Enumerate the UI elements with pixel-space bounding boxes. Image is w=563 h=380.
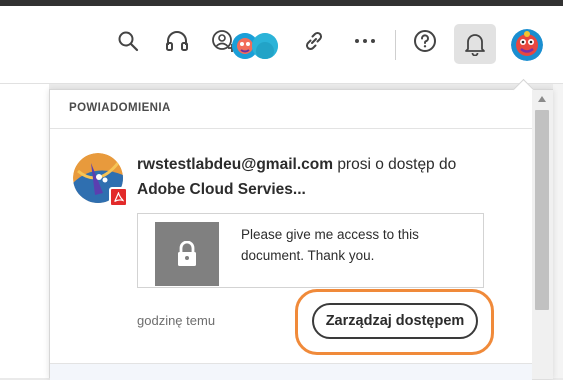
headphones-icon[interactable] — [163, 27, 191, 55]
notifications-panel: POWIADOMIENIA rwstestlabdeu@gmail.com pr… — [49, 78, 553, 380]
help-icon[interactable] — [411, 27, 439, 55]
document-thumbnail — [155, 222, 219, 286]
panel-title: POWIADOMIENIA — [69, 102, 171, 114]
collaborator-avatar-2[interactable] — [252, 33, 278, 59]
request-action-text: prosi o dostęp do — [337, 156, 457, 173]
request-message-card: Please give me access to this document. … — [137, 213, 484, 288]
app-toolbar — [0, 6, 563, 84]
pdf-file-icon — [109, 187, 128, 207]
document-area-left — [0, 84, 49, 378]
scroll-thumb[interactable] — [535, 110, 549, 310]
link-icon[interactable] — [300, 27, 328, 55]
toolbar-separator — [395, 30, 396, 60]
manage-access-button[interactable]: Zarządzaj dostępem — [312, 303, 478, 339]
more-icon[interactable] — [351, 27, 379, 55]
notifications-button[interactable] — [454, 24, 496, 64]
bell-icon — [465, 34, 485, 56]
notification-text: rwstestlabdeu@gmail.com prosi o dostęp d… — [137, 156, 456, 174]
notification-timestamp: godzinę temu — [137, 313, 216, 328]
search-icon[interactable] — [114, 27, 142, 55]
requester-email[interactable]: rwstestlabdeu@gmail.com — [137, 156, 333, 173]
document-area-right — [553, 84, 563, 378]
next-notification-item[interactable] — [50, 363, 532, 380]
document-name[interactable]: Adobe Cloud Servies... — [137, 181, 306, 199]
panel-scrollbar[interactable] — [532, 90, 553, 379]
request-message: Please give me access to this document. … — [241, 227, 419, 263]
panel-divider — [50, 128, 532, 129]
scroll-up-arrow-icon[interactable] — [538, 96, 546, 102]
lock-icon — [178, 241, 196, 266]
user-avatar[interactable] — [511, 29, 543, 61]
